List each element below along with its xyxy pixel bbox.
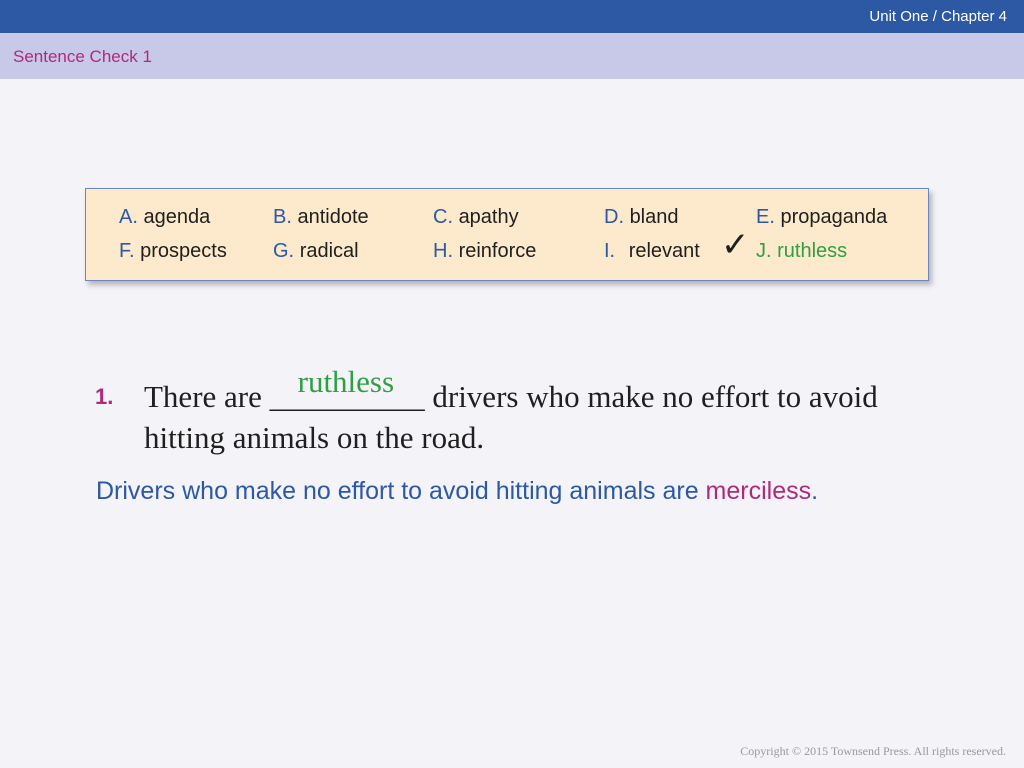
option-word: radical xyxy=(299,240,359,262)
word-option-bland[interactable]: D. bland xyxy=(604,206,679,229)
option-word: prospects xyxy=(140,240,227,262)
option-letter: J. xyxy=(756,240,772,262)
word-option-apathy[interactable]: C. apathy xyxy=(433,206,519,229)
option-word: relevant xyxy=(628,240,700,262)
word-option-ruthless[interactable]: J. ruthless xyxy=(756,240,847,263)
word-option-agenda[interactable]: A. agenda xyxy=(119,206,210,229)
question-number: 1. xyxy=(95,384,114,409)
explanation-text: Drivers who make no effort to avoid hitt… xyxy=(96,477,818,506)
word-option-antidote[interactable]: B. antidote xyxy=(273,206,369,229)
sentence-start: There are xyxy=(144,379,270,414)
word-option-reinforce[interactable]: H. reinforce xyxy=(433,240,536,263)
word-option-prospects[interactable]: F. prospects xyxy=(119,240,227,263)
option-letter: D. xyxy=(604,206,624,228)
copyright-notice: Copyright © 2015 Townsend Press. All rig… xyxy=(740,744,1006,758)
checkmark-icon: ✓ xyxy=(721,225,750,265)
option-letter: C. xyxy=(433,206,453,228)
section-title: Sentence Check 1 xyxy=(13,47,152,66)
option-word: bland xyxy=(629,206,679,228)
chapter-label: Unit One / Chapter 4 xyxy=(869,8,1007,25)
explanation-end: . xyxy=(811,477,819,505)
option-letter: H. xyxy=(433,240,453,262)
option-word: apathy xyxy=(458,206,519,228)
option-word: reinforce xyxy=(458,240,537,262)
option-letter: B. xyxy=(273,206,292,228)
section-bar: Sentence Check 1 xyxy=(0,33,1024,79)
word-bank-box xyxy=(85,188,929,281)
question-sentence: There are __________ ruthless drivers who… xyxy=(144,364,904,458)
option-letter: G. xyxy=(273,240,295,262)
option-letter: A. xyxy=(119,206,138,228)
option-letter: F. xyxy=(119,240,135,262)
word-option-propaganda[interactable]: E. propaganda xyxy=(756,206,887,229)
explanation-highlight: merciless xyxy=(705,477,812,505)
explanation-start: Drivers who make no effort to avoid hitt… xyxy=(96,477,706,505)
answer-blank[interactable]: __________ ruthless xyxy=(270,364,425,417)
word-option-radical[interactable]: G. radical xyxy=(273,240,359,263)
option-word: propaganda xyxy=(780,206,888,228)
word-option-relevant[interactable]: I. relevant xyxy=(604,240,700,263)
header-bar: Unit One / Chapter 4 xyxy=(0,0,1024,33)
option-word: ruthless xyxy=(777,240,848,262)
option-letter: I. xyxy=(604,240,616,262)
option-word: agenda xyxy=(143,206,211,228)
option-word: antidote xyxy=(297,206,369,228)
answer-word: ruthless xyxy=(297,364,395,399)
option-letter: E. xyxy=(756,206,775,228)
